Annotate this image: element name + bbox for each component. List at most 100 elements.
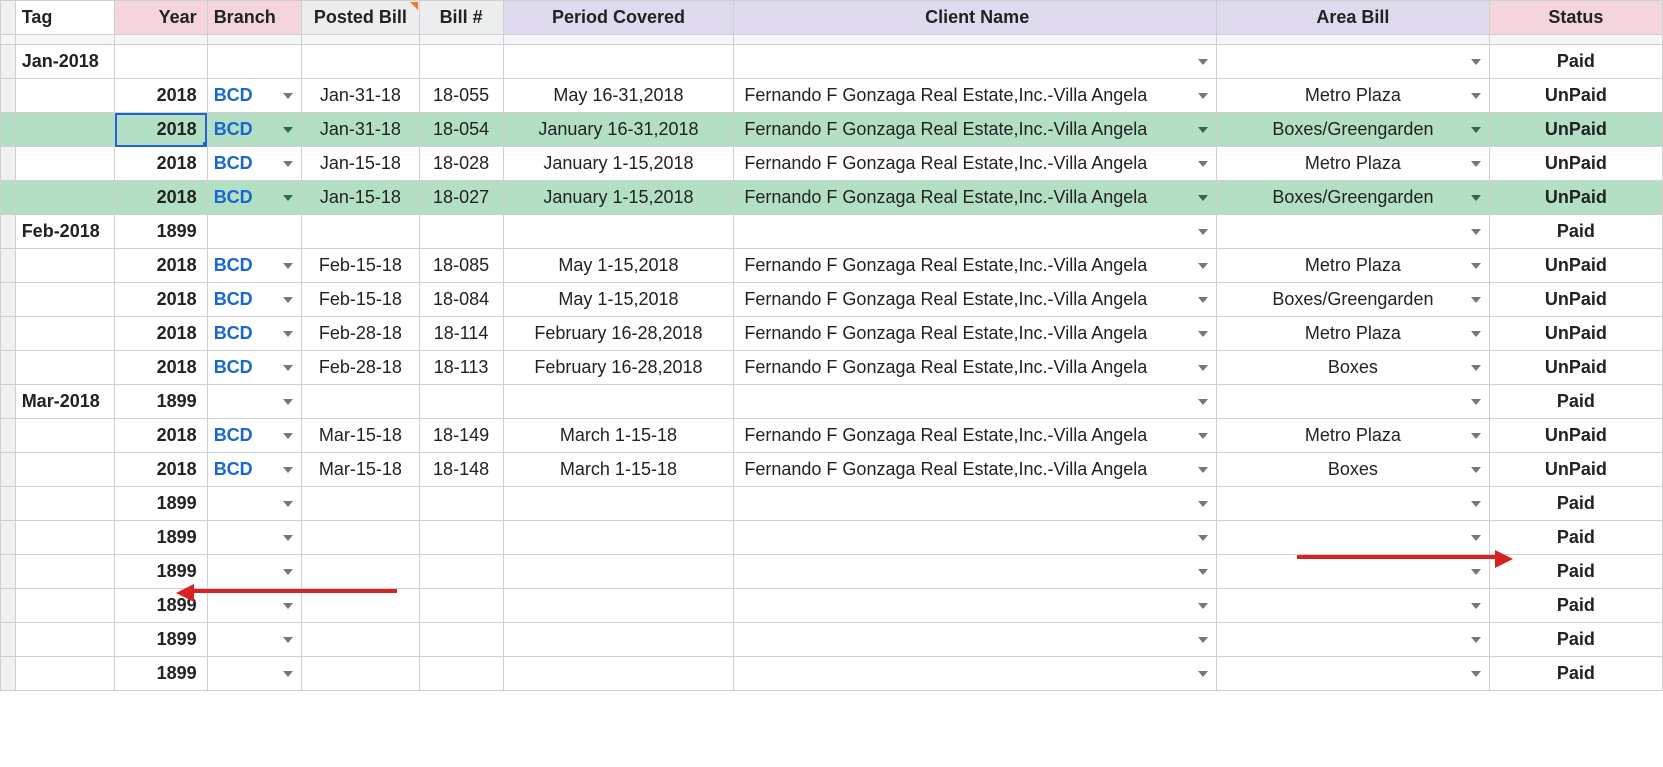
row-header[interactable]: [1, 487, 16, 521]
cell-branch[interactable]: [207, 589, 301, 623]
row-header[interactable]: [1, 283, 16, 317]
cell-year[interactable]: 2018: [115, 79, 207, 113]
cell-branch[interactable]: BCD: [207, 113, 301, 147]
cell-branch[interactable]: BCD: [207, 351, 301, 385]
cell-period[interactable]: May 16-31,2018: [503, 79, 734, 113]
cell-status[interactable]: UnPaid: [1489, 453, 1662, 487]
col-branch[interactable]: Branch: [207, 1, 301, 35]
dropdown-icon[interactable]: [1471, 365, 1481, 371]
cell-branch[interactable]: [207, 487, 301, 521]
cell-area[interactable]: Boxes/Greengarden: [1217, 283, 1490, 317]
cell-client[interactable]: Fernando F Gonzaga Real Estate,Inc.-Vill…: [734, 283, 1217, 317]
cell-year[interactable]: 1899: [115, 657, 207, 691]
branch-link[interactable]: BCD: [214, 187, 253, 207]
cell-year[interactable]: [115, 45, 207, 79]
cell-posted-bill[interactable]: Feb-28-18: [302, 317, 420, 351]
cell-posted-bill[interactable]: [302, 385, 420, 419]
dropdown-icon[interactable]: [1471, 161, 1481, 167]
branch-link[interactable]: BCD: [214, 357, 253, 377]
cell-posted-bill[interactable]: Jan-15-18: [302, 181, 420, 215]
cell-year[interactable]: 1899: [115, 521, 207, 555]
dropdown-icon[interactable]: [1471, 467, 1481, 473]
cell-year[interactable]: 2018: [115, 453, 207, 487]
dropdown-icon[interactable]: [1198, 365, 1208, 371]
cell-tag[interactable]: [15, 283, 115, 317]
cell-posted-bill[interactable]: [302, 623, 420, 657]
row-header[interactable]: [1, 453, 16, 487]
dropdown-icon[interactable]: [1198, 535, 1208, 541]
cell-status[interactable]: Paid: [1489, 521, 1662, 555]
cell-period[interactable]: March 1-15-18: [503, 453, 734, 487]
cell-posted-bill[interactable]: [302, 215, 420, 249]
cell-period[interactable]: February 16-28,2018: [503, 317, 734, 351]
col-posted-bill[interactable]: Posted Bill: [302, 1, 420, 35]
row-header[interactable]: [1, 45, 16, 79]
dropdown-icon[interactable]: [283, 637, 293, 643]
dropdown-icon[interactable]: [283, 467, 293, 473]
cell-client[interactable]: [734, 657, 1217, 691]
cell-tag[interactable]: [15, 181, 115, 215]
row-header[interactable]: [1, 249, 16, 283]
note-indicator-icon[interactable]: [410, 2, 418, 10]
cell-status[interactable]: UnPaid: [1489, 113, 1662, 147]
cell-posted-bill[interactable]: Feb-15-18: [302, 283, 420, 317]
dropdown-icon[interactable]: [1471, 127, 1481, 133]
row-header[interactable]: [1, 351, 16, 385]
dropdown-icon[interactable]: [1471, 433, 1481, 439]
row-header[interactable]: [1, 657, 16, 691]
cell-year[interactable]: 2018: [115, 317, 207, 351]
dropdown-icon[interactable]: [1198, 195, 1208, 201]
dropdown-icon[interactable]: [1198, 229, 1208, 235]
cell-client[interactable]: Fernando F Gonzaga Real Estate,Inc.-Vill…: [734, 249, 1217, 283]
dropdown-icon[interactable]: [1471, 93, 1481, 99]
cell-posted-bill[interactable]: [302, 657, 420, 691]
dropdown-icon[interactable]: [283, 93, 293, 99]
cell-posted-bill[interactable]: Feb-28-18: [302, 351, 420, 385]
cell-area[interactable]: [1217, 487, 1490, 521]
branch-link[interactable]: BCD: [214, 459, 253, 479]
row-header[interactable]: [1, 147, 16, 181]
cell-client[interactable]: Fernando F Gonzaga Real Estate,Inc.-Vill…: [734, 181, 1217, 215]
cell-area[interactable]: Metro Plaza: [1217, 249, 1490, 283]
cell-status[interactable]: Paid: [1489, 657, 1662, 691]
dropdown-icon[interactable]: [1471, 399, 1481, 405]
cell-period[interactable]: [503, 589, 734, 623]
cell-posted-bill[interactable]: [302, 589, 420, 623]
cell-client[interactable]: [734, 45, 1217, 79]
cell-year[interactable]: 2018: [115, 419, 207, 453]
cell-tag[interactable]: [15, 419, 115, 453]
cell-posted-bill[interactable]: [302, 521, 420, 555]
cell-area[interactable]: Boxes/Greengarden: [1217, 113, 1490, 147]
dropdown-icon[interactable]: [1471, 195, 1481, 201]
branch-link[interactable]: BCD: [214, 323, 253, 343]
cell-tag[interactable]: [15, 453, 115, 487]
cell-tag[interactable]: [15, 657, 115, 691]
col-bill-number[interactable]: Bill #: [419, 1, 503, 35]
cell-period[interactable]: [503, 555, 734, 589]
cell-posted-bill[interactable]: Jan-31-18: [302, 79, 420, 113]
cell-status[interactable]: Paid: [1489, 623, 1662, 657]
dropdown-icon[interactable]: [283, 501, 293, 507]
cell-period[interactable]: [503, 487, 734, 521]
cell-area[interactable]: Metro Plaza: [1217, 147, 1490, 181]
cell-branch[interactable]: [207, 555, 301, 589]
cell-year[interactable]: 1899: [115, 623, 207, 657]
cell-tag[interactable]: Feb-2018: [15, 215, 115, 249]
cell-client[interactable]: Fernando F Gonzaga Real Estate,Inc.-Vill…: [734, 453, 1217, 487]
cell-area[interactable]: Boxes: [1217, 351, 1490, 385]
cell-period[interactable]: [503, 623, 734, 657]
cell-status[interactable]: Paid: [1489, 487, 1662, 521]
cell-status[interactable]: UnPaid: [1489, 317, 1662, 351]
dropdown-icon[interactable]: [1471, 535, 1481, 541]
row-header[interactable]: [1, 555, 16, 589]
cell-branch[interactable]: [207, 521, 301, 555]
dropdown-icon[interactable]: [1471, 603, 1481, 609]
cell-bill-number[interactable]: [419, 555, 503, 589]
cell-posted-bill[interactable]: Jan-31-18: [302, 113, 420, 147]
row-header[interactable]: [1, 181, 16, 215]
dropdown-icon[interactable]: [1198, 603, 1208, 609]
cell-branch[interactable]: BCD: [207, 453, 301, 487]
cell-branch[interactable]: BCD: [207, 283, 301, 317]
cell-bill-number[interactable]: 18-114: [419, 317, 503, 351]
cell-client[interactable]: [734, 487, 1217, 521]
